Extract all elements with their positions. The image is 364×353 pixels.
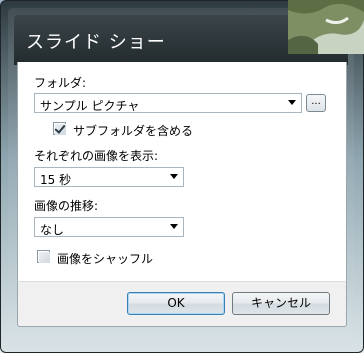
interval-select[interactable]: 15 秒	[34, 167, 184, 187]
include-subfolders-checkbox[interactable]	[53, 122, 66, 135]
transition-select-value: なし	[40, 223, 65, 237]
chevron-down-icon	[170, 174, 178, 179]
transition-select[interactable]: なし	[34, 217, 184, 237]
checkbox-fill	[55, 124, 66, 135]
include-subfolders-label: サブフォルダを含める	[73, 124, 194, 138]
transition-label: 画像の推移:	[34, 199, 99, 213]
interval-select-value: 15 秒	[40, 173, 72, 187]
folder-select[interactable]: サンプル ピクチャ	[34, 93, 302, 113]
ok-button[interactable]: OK	[127, 292, 225, 315]
preview-thumbnail	[288, 0, 364, 54]
dialog-title: スライド ショー	[26, 32, 166, 53]
shuffle-label: 画像をシャッフル	[57, 252, 154, 266]
interval-label: それぞれの画像を表示:	[34, 149, 159, 163]
chevron-down-icon	[170, 224, 178, 229]
folder-label: フォルダ:	[34, 76, 87, 90]
folder-select-value: サンプル ピクチャ	[40, 99, 140, 113]
chevron-down-icon	[288, 100, 296, 105]
checkbox-fill	[39, 252, 50, 263]
cancel-button[interactable]: キャンセル	[232, 292, 330, 315]
shuffle-checkbox[interactable]	[37, 250, 50, 263]
browse-button[interactable]: ...	[306, 94, 326, 112]
